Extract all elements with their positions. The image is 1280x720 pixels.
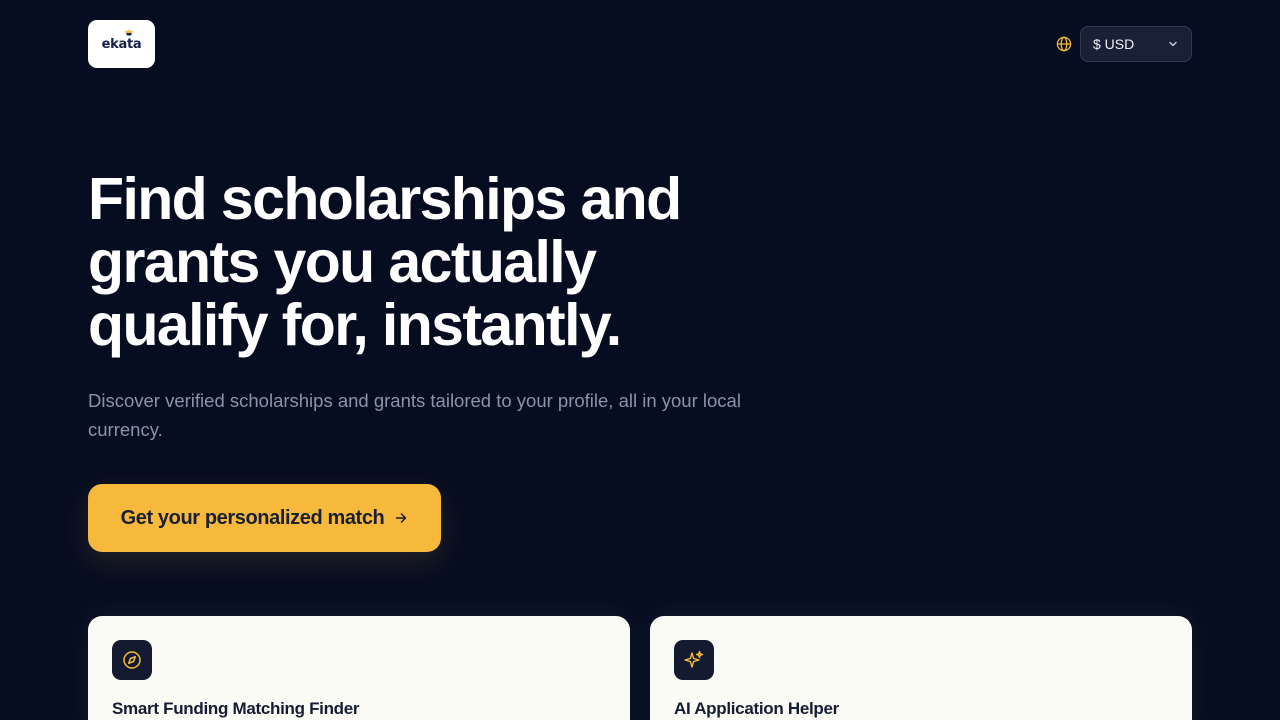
sparkles-icon <box>684 650 704 668</box>
get-match-button-label: Get your personalized match <box>120 506 385 529</box>
card-icon-tile <box>112 640 152 680</box>
logo-text: ekata <box>101 29 142 52</box>
feature-card-application-helper[interactable]: AI Application Helper <box>650 616 1192 720</box>
logo[interactable]: ekata <box>88 20 155 68</box>
get-match-button[interactable]: Get your personalized match <box>88 484 441 552</box>
hero-subtitle: Discover verified scholarships and grant… <box>88 390 741 440</box>
logo-wordmark: ekata <box>101 36 142 52</box>
graduation-cap-icon <box>123 29 134 36</box>
card-icon-tile <box>674 640 714 680</box>
currency-value: $ USD <box>1093 36 1135 52</box>
arrow-right-icon <box>396 513 407 523</box>
hero-title: Find scholarships and grants you actuall… <box>88 166 682 358</box>
feature-card-title: AI Application Helper <box>674 699 839 718</box>
compass-icon <box>123 651 141 669</box>
feature-card-funding-finder[interactable]: Smart Funding Matching Finder <box>88 616 630 720</box>
globe-icon <box>1056 36 1072 52</box>
currency-select[interactable]: $ USD <box>1080 26 1192 62</box>
feature-card-title: Smart Funding Matching Finder <box>112 699 360 718</box>
chevron-down-icon <box>1169 41 1177 47</box>
